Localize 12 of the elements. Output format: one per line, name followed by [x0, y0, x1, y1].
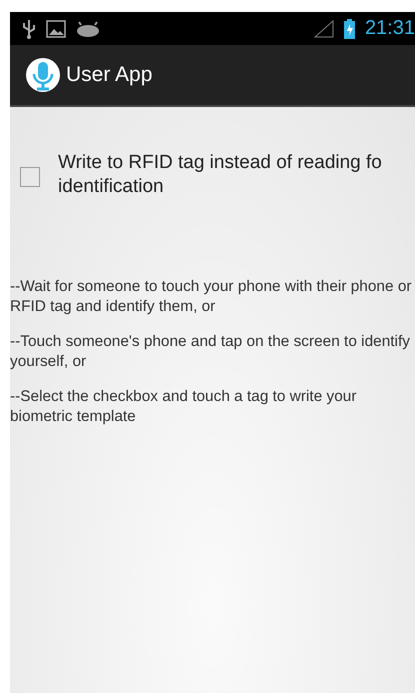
- app-title: User App: [66, 63, 152, 87]
- instruction-text: --Touch someone's phone and tap on the screen to identify yourself, or: [10, 332, 411, 372]
- image-icon: [46, 20, 66, 38]
- usb-icon: [22, 18, 36, 38]
- signal-icon: [314, 20, 334, 38]
- battery-icon: [344, 18, 355, 38]
- checkbox[interactable]: [20, 166, 40, 186]
- microphone-icon: [26, 58, 60, 92]
- clock-time: 21:31: [364, 17, 415, 40]
- instruction-text: --Select the checkbox and touch a tag to write your biometric template: [10, 387, 358, 427]
- instruction-text: --Wait for someone to touch your phone with their phone or RFID tag and identify them, or: [10, 277, 413, 317]
- checkbox-label: Write to RFID tag instead of reading fo identification: [58, 151, 382, 199]
